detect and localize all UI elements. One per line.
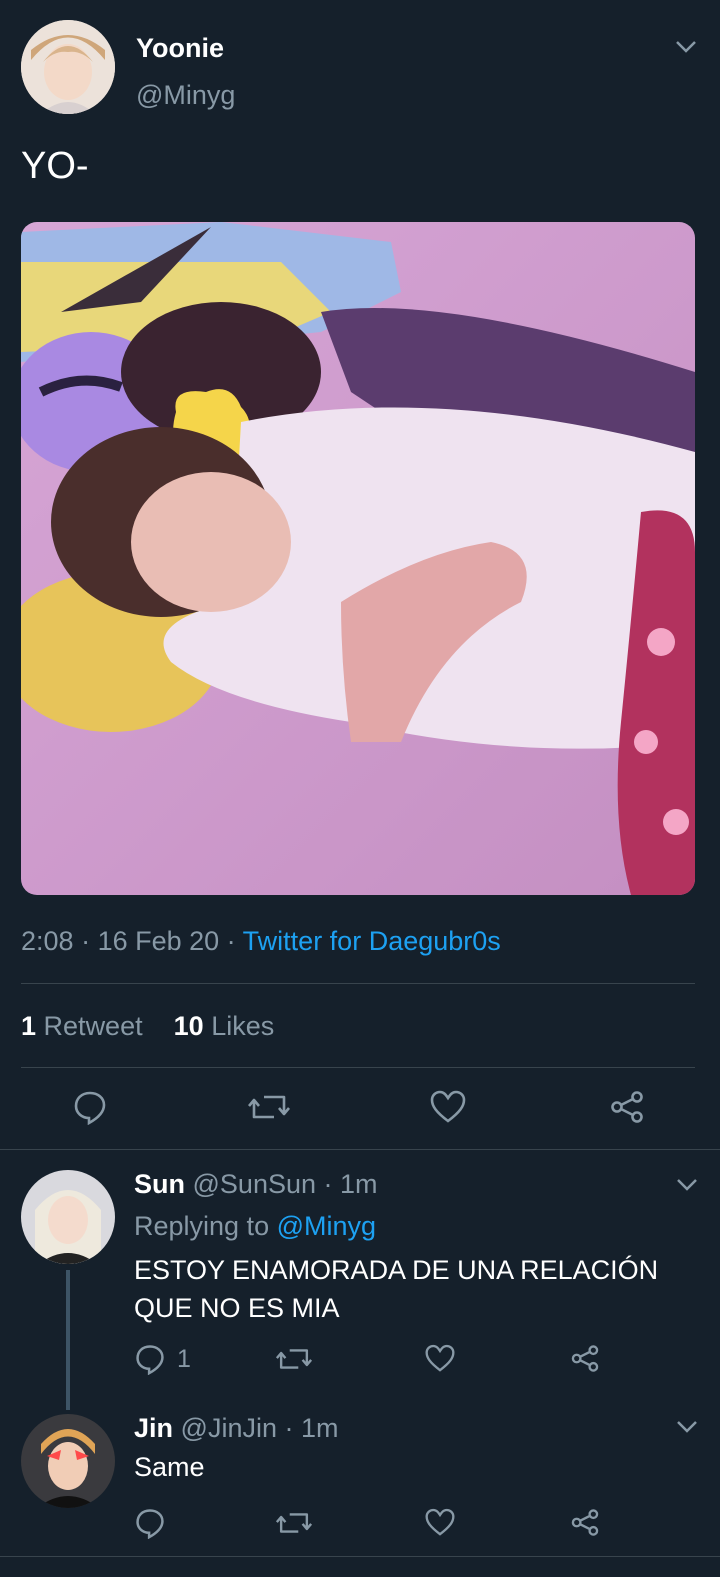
reply-icon[interactable] <box>134 1507 166 1539</box>
engagement-stats: 1 Retweet 10 Likes <box>21 1011 274 1042</box>
share-icon[interactable] <box>570 1344 600 1373</box>
thread-line <box>66 1270 70 1410</box>
retweet-stat[interactable]: 1 Retweet <box>21 1011 143 1041</box>
chevron-down-icon[interactable] <box>676 1420 698 1434</box>
divider <box>0 1149 720 1150</box>
tweet-meta: 2:08 · 16 Feb 20 · Twitter for Daegubr0s <box>21 926 501 957</box>
reply-icon[interactable] <box>72 1089 108 1125</box>
chevron-down-icon[interactable] <box>676 1178 698 1192</box>
meta-separator: · <box>219 926 243 956</box>
author-name[interactable]: Yoonie <box>136 33 224 64</box>
chevron-down-icon[interactable] <box>675 40 697 54</box>
share-icon[interactable] <box>609 1090 645 1124</box>
like-count: 10 <box>173 1011 204 1041</box>
reply-icon[interactable] <box>134 1343 166 1375</box>
meta-separator: · <box>276 1413 301 1443</box>
retweet-icon[interactable] <box>276 1345 312 1373</box>
reply-author-name[interactable]: Sun <box>134 1169 185 1199</box>
tweet-time: 2:08 <box>21 926 74 956</box>
tweet-source-link[interactable]: Twitter for Daegubr0s <box>243 926 501 956</box>
reply-time: 1m <box>340 1169 378 1199</box>
reply-author-handle[interactable]: @SunSun <box>193 1169 317 1199</box>
like-stat[interactable]: 10 Likes <box>174 1011 275 1041</box>
tweet-text: YO- <box>21 145 89 187</box>
meta-separator: · <box>73 926 98 956</box>
retweet-label: Retweet <box>43 1011 143 1041</box>
heart-icon[interactable] <box>425 1508 455 1537</box>
heart-icon[interactable] <box>425 1344 455 1373</box>
replying-to-link[interactable]: @Minyg <box>277 1211 376 1241</box>
divider <box>0 1556 720 1557</box>
reply-avatar[interactable] <box>21 1414 115 1508</box>
tweet-date: 16 Feb 20 <box>97 926 220 956</box>
share-icon[interactable] <box>570 1508 600 1537</box>
like-label: Likes <box>211 1011 275 1041</box>
author-avatar[interactable] <box>21 20 115 114</box>
tweet-image[interactable] <box>21 222 695 895</box>
heart-icon[interactable] <box>430 1090 466 1124</box>
reply-author-handle[interactable]: @JinJin <box>181 1413 277 1443</box>
reply-header: Jin @JinJin · 1m <box>134 1413 339 1444</box>
reply-count: 1 <box>177 1345 191 1373</box>
reply-text: ESTOY ENAMORADA DE UNA RELACIÓN QUE NO E… <box>134 1255 659 1323</box>
divider <box>21 1067 695 1068</box>
reply-header: Sun @SunSun · 1m <box>134 1169 378 1200</box>
meta-separator: · <box>316 1169 341 1199</box>
reply-text: Same <box>134 1452 205 1482</box>
author-handle[interactable]: @Minyg <box>136 80 235 111</box>
divider <box>21 983 695 984</box>
retweet-icon[interactable] <box>248 1091 290 1123</box>
reply-avatar[interactable] <box>21 1170 115 1264</box>
retweet-icon[interactable] <box>276 1509 312 1537</box>
reply-author-name[interactable]: Jin <box>134 1413 173 1443</box>
replying-prefix: Replying to <box>134 1211 270 1241</box>
replying-to: Replying to @Minyg <box>134 1211 376 1242</box>
retweet-count: 1 <box>21 1011 37 1041</box>
reply-time: 1m <box>300 1413 339 1443</box>
